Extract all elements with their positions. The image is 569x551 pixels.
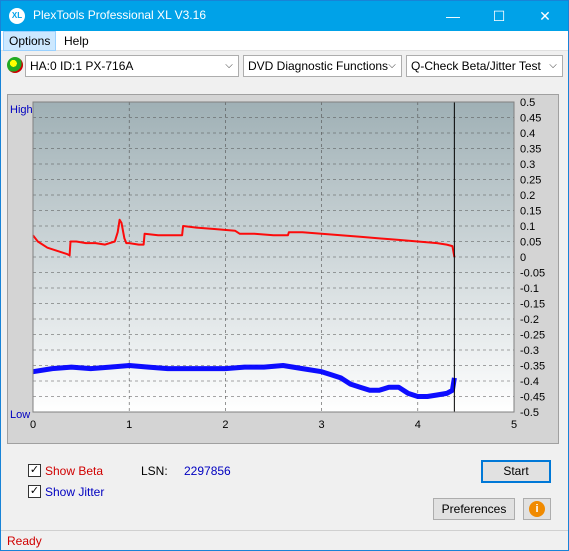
x-tick-label: 1 (126, 419, 132, 431)
menu-bar: Options Help (1, 31, 568, 51)
app-logo-icon: XL (9, 8, 25, 24)
show-jitter-checkbox[interactable]: ✓ (28, 485, 41, 498)
drive-select[interactable]: HA:0 ID:1 PX-716A ⌵ (25, 55, 239, 77)
y-tick-label: 0.35 (520, 144, 541, 156)
status-text: Ready (7, 534, 42, 548)
axis-label-high: High (10, 104, 33, 116)
menu-help[interactable]: Help (59, 31, 94, 51)
show-jitter-label[interactable]: Show Jitter (45, 485, 104, 499)
x-tick-label: 0 (30, 419, 36, 431)
y-tick-label: 0 (520, 252, 526, 264)
y-tick-label: 0.25 (520, 175, 541, 187)
show-beta-label[interactable]: Show Beta (45, 464, 103, 478)
preferences-button[interactable]: Preferences (433, 498, 515, 520)
info-icon: i (529, 501, 545, 517)
info-button[interactable]: i (523, 498, 551, 520)
chart-panel: 0.5 0.45 0.4 0.35 0.3 0.25 0.2 0.15 0.1 0.05 0 -0.0… (7, 94, 559, 444)
chevron-down-icon: ⌵ (388, 60, 396, 71)
y-tick-label: -0.2 (520, 314, 539, 326)
controls-panel: ✓ Show Beta ✓ Show Jitter LSN: 2297856 S… (7, 454, 559, 524)
lsn-value: 2297856 (184, 464, 231, 478)
app-window: XL PlexTools Professional XL V3.16 — ☐ ✕… (0, 0, 569, 551)
maximize-button[interactable]: ☐ (476, 1, 522, 31)
drive-select-value: HA:0 ID:1 PX-716A (30, 59, 134, 73)
beta-jitter-chart: 0.5 0.45 0.4 0.35 0.3 0.25 0.2 0.15 0.1 0.05 0 -0.0… (10, 97, 545, 431)
y-tick-label: 0.45 (520, 113, 541, 125)
y-tick-label: 0.5 (520, 97, 535, 109)
test-select[interactable]: Q-Check Beta/Jitter Test ⌵ (406, 55, 563, 77)
status-bar: Ready (1, 530, 568, 550)
lsn-label: LSN: (141, 464, 168, 478)
chevron-down-icon: ⌵ (549, 60, 557, 71)
window-title: PlexTools Professional XL V3.16 (33, 8, 206, 22)
function-select-value: DVD Diagnostic Functions (248, 59, 389, 73)
y-tick-label: -0.05 (520, 268, 545, 280)
x-tick-label: 5 (511, 419, 517, 431)
y-tick-label: -0.4 (520, 376, 539, 388)
y-tick-label: 0.4 (520, 128, 535, 140)
menu-options[interactable]: Options (3, 31, 57, 51)
function-select[interactable]: DVD Diagnostic Functions ⌵ (243, 55, 402, 77)
y-tick-label: -0.1 (520, 283, 539, 295)
close-button[interactable]: ✕ (522, 1, 568, 31)
start-button[interactable]: Start (481, 460, 551, 483)
show-beta-checkbox[interactable]: ✓ (28, 464, 41, 477)
test-select-value: Q-Check Beta/Jitter Test (411, 59, 541, 73)
y-tick-label: -0.35 (520, 361, 545, 373)
axis-label-low: Low (10, 409, 30, 421)
y-tick-label: -0.3 (520, 345, 539, 357)
y-tick-label: -0.5 (520, 407, 539, 419)
toolbar: HA:0 ID:1 PX-716A ⌵ DVD Diagnostic Funct… (1, 52, 568, 80)
y-tick-label: 0.1 (520, 221, 535, 233)
title-bar[interactable]: XL PlexTools Professional XL V3.16 — ☐ ✕ (1, 1, 568, 31)
y-tick-label: 0.15 (520, 206, 541, 218)
y-tick-label: -0.25 (520, 330, 545, 342)
disc-drive-icon (7, 57, 23, 73)
y-tick-label: 0.3 (520, 159, 535, 171)
chevron-down-icon: ⌵ (225, 60, 233, 71)
x-tick-label: 3 (319, 419, 325, 431)
minimize-button[interactable]: — (430, 1, 476, 31)
y-tick-label: 0.05 (520, 237, 541, 249)
y-tick-label: -0.45 (520, 392, 545, 404)
x-tick-label: 2 (222, 419, 228, 431)
y-tick-label: 0.2 (520, 190, 535, 202)
y-tick-label: -0.15 (520, 299, 545, 311)
x-tick-label: 4 (415, 419, 421, 431)
